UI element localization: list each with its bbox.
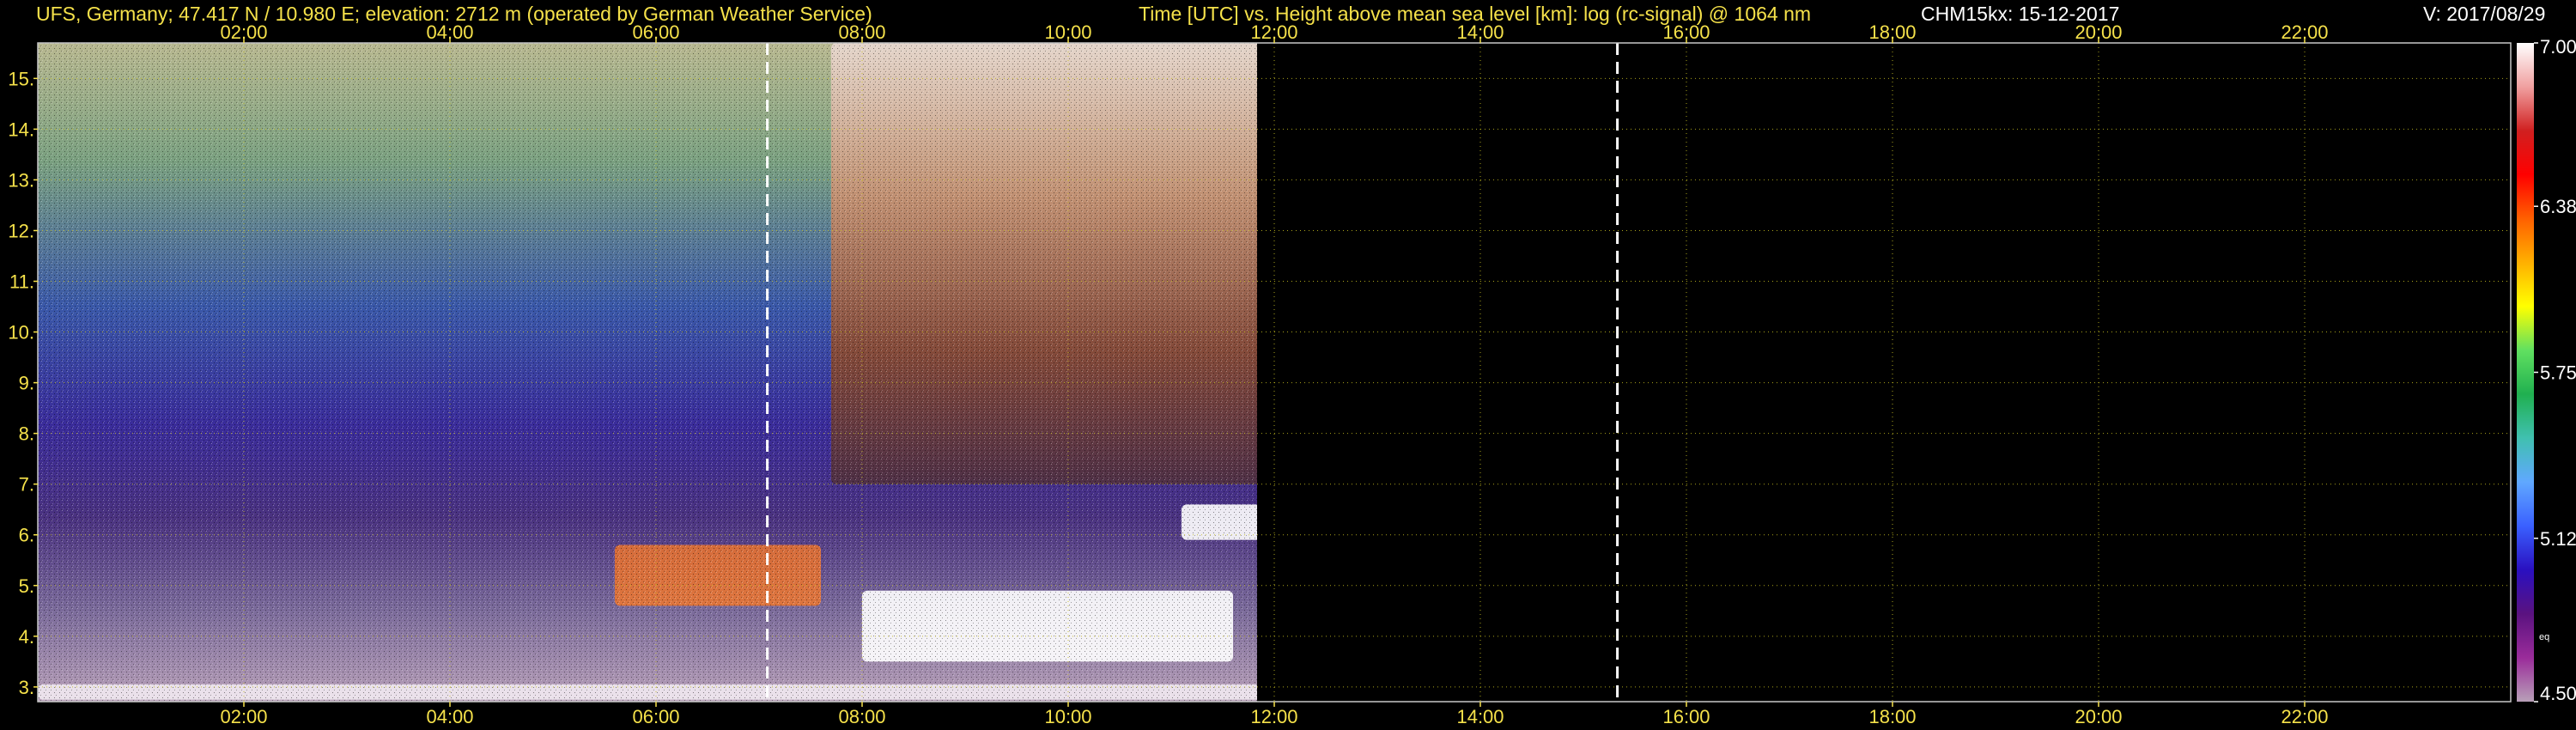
x-tick-label-top: 18:00 bbox=[1868, 21, 1916, 43]
y-tick-label: 14. bbox=[8, 119, 34, 140]
x-tick-label-top: 10:00 bbox=[1044, 21, 1091, 43]
y-tick-label: 4. bbox=[19, 626, 34, 648]
x-tick-label-top: 08:00 bbox=[838, 21, 885, 43]
x-tick-label-bottom: 20:00 bbox=[2075, 706, 2122, 727]
x-tick-label-top: 20:00 bbox=[2075, 21, 2122, 43]
x-tick-label-top: 14:00 bbox=[1456, 21, 1504, 43]
y-tick-label: 12. bbox=[8, 220, 34, 241]
y-tick-label: 15. bbox=[8, 68, 34, 89]
x-tick-label-bottom: 14:00 bbox=[1456, 706, 1504, 727]
x-tick-label-bottom: 08:00 bbox=[838, 706, 885, 727]
ceilometer-chart: UFS, Germany; 47.417 N / 10.980 E; eleva… bbox=[8, 3, 2576, 727]
y-tick-label: 9. bbox=[19, 373, 34, 394]
x-tick-label-bottom: 10:00 bbox=[1044, 706, 1091, 727]
x-tick-label-top: 02:00 bbox=[220, 21, 267, 43]
y-tick-label: 7. bbox=[19, 474, 34, 496]
colorbar-tick-label: 6.38 bbox=[2540, 196, 2576, 217]
x-tick-label-bottom: 18:00 bbox=[1868, 706, 1916, 727]
colorbar-unit-label: eq bbox=[2539, 632, 2549, 642]
version-label: V: 2017/08/29 bbox=[2423, 3, 2545, 25]
colorbar-tick-label: 4.50 bbox=[2540, 683, 2576, 704]
x-tick-label-bottom: 02:00 bbox=[220, 706, 267, 727]
x-tick-label-bottom: 22:00 bbox=[2281, 706, 2328, 727]
colorbar-gradient bbox=[2517, 43, 2534, 702]
x-tick-label-top: 12:00 bbox=[1250, 21, 1297, 43]
y-tick-label: 5. bbox=[19, 575, 34, 597]
x-tick-label-top: 16:00 bbox=[1662, 21, 1710, 43]
y-tick-label: 11. bbox=[9, 271, 34, 293]
y-tick-label: 10. bbox=[8, 322, 34, 344]
colorbar-tick-label: 7.00 bbox=[2540, 36, 2576, 58]
x-tick-label-bottom: 16:00 bbox=[1662, 706, 1710, 727]
x-tick-label-top: 04:00 bbox=[426, 21, 473, 43]
x-tick-label-top: 06:00 bbox=[632, 21, 679, 43]
y-tick-label: 6. bbox=[19, 525, 34, 546]
y-tick-label: 3. bbox=[19, 677, 34, 698]
colorbar-tick-label: 5.12 bbox=[2540, 528, 2576, 550]
x-tick-label-bottom: 04:00 bbox=[426, 706, 473, 727]
x-tick-label-top: 22:00 bbox=[2281, 21, 2328, 43]
x-axis-bottom: 02:00 04:00 06:00 08:00 10:00 12:00 14:00 16:00… bbox=[220, 702, 2329, 727]
colorbar-tick-label: 5.75 bbox=[2540, 362, 2576, 384]
y-axis: 3. 4. 5. 6. 7. 8. 9. 10. 11. 12. 13. 14. 15. bbox=[8, 68, 38, 698]
x-tick-label-bottom: 06:00 bbox=[632, 706, 679, 727]
y-tick-label: 13. bbox=[8, 169, 34, 191]
colorbar: 7.00 6.38 5.75 5.12 4.50 eq bbox=[2517, 36, 2576, 704]
x-tick-label-bottom: 12:00 bbox=[1250, 706, 1297, 727]
y-tick-label: 8. bbox=[19, 423, 34, 445]
